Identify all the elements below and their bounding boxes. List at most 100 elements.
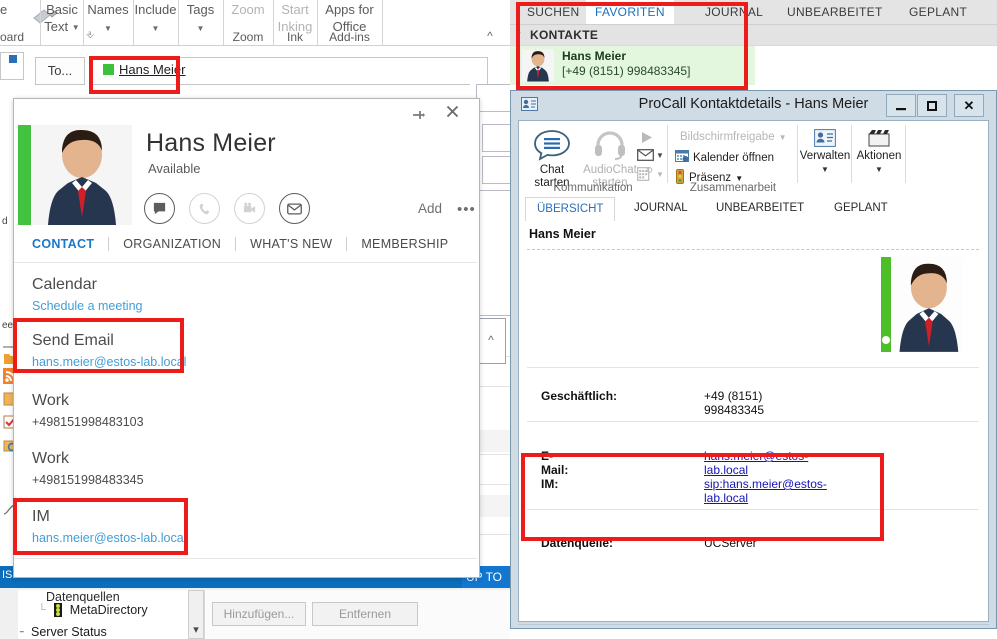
tabs-rule <box>14 262 477 263</box>
tab-organization[interactable]: ORGANIZATION <box>109 237 235 251</box>
avatar <box>891 257 963 352</box>
more-options-icon[interactable]: ••• <box>457 201 476 218</box>
pin-icon[interactable] <box>409 107 427 125</box>
expand-button[interactable]: ^ <box>476 318 506 364</box>
remove-button[interactable]: Entfernen <box>312 602 418 626</box>
ribbon-separator <box>0 45 510 46</box>
chat-starten-button[interactable]: Chat starten <box>523 129 581 190</box>
aktionen-button[interactable]: Aktionen ▼ <box>850 129 908 176</box>
favorite-name: Hans Meier <box>562 49 626 63</box>
ribbon-group-basic-text[interactable]: Basic Text ▼ <box>41 0 84 45</box>
server-tree[interactable]: Datenquellen └ MetaDirectory ╴ Server St… <box>18 590 188 639</box>
field-key: E-Mail: <box>541 449 568 477</box>
body-box <box>482 156 512 184</box>
recipient-chip[interactable]: Hans Meier <box>103 62 185 77</box>
presence-status: Available <box>148 161 201 176</box>
tab-unbearbeitet[interactable]: UNBEARBEITET <box>705 197 815 221</box>
server-status-text: Server Status <box>31 625 107 639</box>
tab-contact[interactable]: CONTACT <box>32 237 108 251</box>
to-field[interactable]: Hans Meier <box>92 57 488 85</box>
tab-favoriten[interactable]: FAVORITEN <box>586 0 674 24</box>
chevron-down-icon[interactable]: ▾ <box>189 623 203 636</box>
outlook-contact-card: Hans Meier Available Add ••• CONTACT ORG… <box>13 98 480 578</box>
metadirectory-icon <box>52 602 64 618</box>
tab-geplant[interactable]: GEPLANT <box>823 197 899 221</box>
email-dropdown-button[interactable]: ▼ <box>637 149 664 161</box>
aktionen-label: Aktionen <box>850 150 908 163</box>
ribbon-group-ink[interactable]: Start Inking Ink <box>273 0 318 45</box>
chevron-down-icon: ▼ <box>104 21 112 36</box>
ribbon-group-zoom[interactable]: Zoom Zoom <box>223 0 274 45</box>
close-icon[interactable]: ✕ <box>954 94 984 117</box>
strip-text: ee <box>2 320 13 331</box>
bildschirmfreigabe-button: Bildschirmfreigabe ▼ <box>675 131 787 143</box>
ribbon-group-name-addins: Add-ins <box>317 30 382 44</box>
field-value[interactable]: hans.meier@estos-lab.local <box>32 353 186 371</box>
dashed-separator <box>527 249 979 250</box>
tab-suchen[interactable]: SUCHEN <box>518 0 588 24</box>
tab-journal[interactable]: JOURNAL <box>623 197 699 221</box>
chevron-down-icon: ▼ <box>656 151 664 160</box>
add-button[interactable]: Add <box>418 201 442 216</box>
ribbon-group-zusammenarbeit: Bildschirmfreigabe ▼ Kalender öffnen Prä… <box>669 123 797 195</box>
field-value[interactable]: Schedule a meeting <box>32 297 143 315</box>
recipient-name[interactable]: Hans Meier <box>119 62 185 77</box>
tab-uebersicht[interactable]: ÜBERSICHT <box>525 197 615 223</box>
maximize-icon[interactable] <box>917 94 947 117</box>
ribbon-group-names[interactable]: Names ▼ <box>83 0 134 45</box>
envelope-icon[interactable] <box>279 193 310 224</box>
dialpad-dropdown-button: ▼ <box>637 167 664 181</box>
field-label: Work <box>32 449 144 469</box>
favorites-row-filler <box>755 46 997 85</box>
field-send-email: Send Email hans.meier@estos-lab.local <box>32 331 186 371</box>
verwalten-button[interactable]: Verwalten ▼ <box>796 129 854 176</box>
field-key: Geschäftlich: <box>541 389 617 403</box>
window-title-bar[interactable]: ProCall Kontaktdetails - Hans Meier ✕ <box>511 91 996 119</box>
tree-item-metadirectory[interactable]: └ MetaDirectory <box>38 602 148 618</box>
ribbon-group-verwalten: Verwalten ▼ <box>799 123 851 195</box>
body-box <box>476 84 512 112</box>
presence-bar <box>881 257 891 352</box>
chevron-collapse-icon[interactable]: ▾ <box>516 29 521 40</box>
close-icon[interactable] <box>443 105 461 123</box>
add-button[interactable]: Hinzufügen... <box>212 602 306 626</box>
field-label: IM <box>32 507 186 527</box>
page-title: Hans Meier <box>146 129 276 158</box>
ribbon-left-label: e <box>0 2 7 17</box>
window-footer <box>518 624 989 625</box>
tab-unbearbeitet[interactable]: UNBEARBEITET <box>778 0 892 24</box>
ribbon-group-include[interactable]: Include ▼ <box>133 0 179 45</box>
field-label: Calendar <box>32 275 143 295</box>
strip-text: d <box>2 216 8 227</box>
tab-whats-new[interactable]: WHAT'S NEW <box>236 237 346 251</box>
presence-indicator-icon <box>103 64 114 75</box>
tab-geplant[interactable]: GEPLANT <box>900 0 976 24</box>
tab-journal[interactable]: JOURNAL <box>696 0 772 24</box>
ribbon-group-addins[interactable]: Apps for Office Add-ins <box>317 0 383 45</box>
play-icon <box>639 131 655 147</box>
tab-membership[interactable]: MEMBERSHIP <box>347 237 462 251</box>
chevron-up-icon[interactable]: ^ <box>482 29 498 43</box>
clipboard-group-name: oard <box>0 30 24 44</box>
avatar <box>32 125 132 225</box>
ribbon-group-tags[interactable]: Tags ▼ <box>178 0 224 45</box>
group-header-label: KONTAKTE <box>530 28 598 42</box>
chat-bubble-icon[interactable] <box>144 193 175 224</box>
section-rule <box>527 421 979 422</box>
phone-icon <box>189 193 220 224</box>
field-value[interactable]: hans.meier@estos-lab.local <box>704 449 808 477</box>
group-header-kontakte[interactable]: ▾ KONTAKTE <box>510 25 997 45</box>
field-value[interactable]: sip:hans.meier@estos-lab.local <box>704 477 827 505</box>
field-value[interactable]: hans.meier@estos-lab.local <box>32 529 186 547</box>
favorite-contact-row[interactable]: Hans Meier [+49 (8151) 998483345] <box>510 46 755 85</box>
field-work-1: Work +498151998483103 <box>32 391 144 431</box>
procall-window-body: Chat starten AudioChat starten ▼ ▼ <box>518 120 989 622</box>
server-tree-scrollbar[interactable]: ▾ <box>188 590 204 639</box>
kalender-oeffnen-button[interactable]: Kalender öffnen <box>675 149 774 166</box>
minimize-icon[interactable] <box>886 94 916 117</box>
to-button[interactable]: To... <box>35 57 85 85</box>
section-rule <box>527 509 979 510</box>
calendar-icon <box>675 149 689 166</box>
field-value: +498151998483345 <box>32 471 144 489</box>
ribbon-group-name-ink: Ink <box>273 30 317 44</box>
